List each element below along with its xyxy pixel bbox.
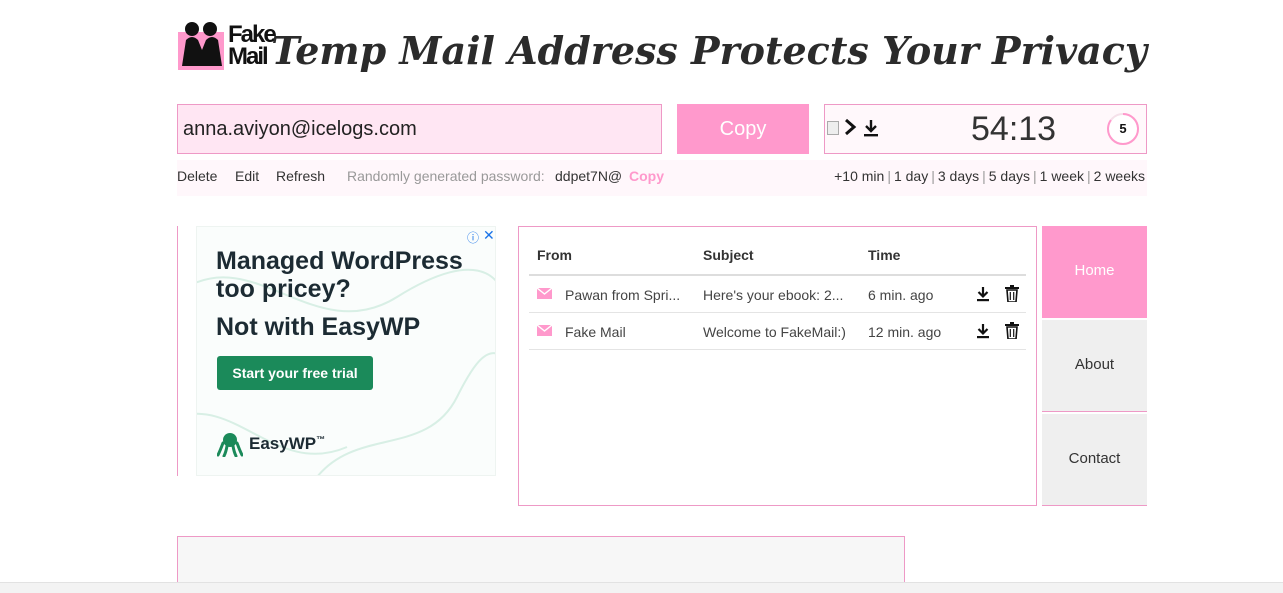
extend-5-days[interactable]: 5 days <box>989 168 1030 184</box>
left-divider <box>177 226 178 476</box>
extend-duration-options: +10 min | 1 day | 3 days | 5 days | 1 week | 2 wee… <box>834 168 1145 184</box>
ad-cta-button[interactable]: Start your free trial <box>217 356 373 390</box>
logo-line-2: Mail <box>228 43 269 70</box>
column-header-time[interactable]: Time <box>868 247 900 263</box>
mailbox-actions-bar: Delete Edit Refresh Randomly generated p… <box>177 160 1147 196</box>
timer-panel: 54:13 5 <box>824 104 1147 154</box>
nav-contact[interactable]: Contact <box>1042 414 1147 506</box>
delete-link[interactable]: Delete <box>177 168 217 184</box>
extend-3-days[interactable]: 3 days <box>938 168 979 184</box>
column-header-from[interactable]: From <box>537 247 572 263</box>
email-time: 12 min. ago <box>868 324 942 340</box>
email-subject: Welcome to FakeMail:) <box>703 324 846 340</box>
column-header-subject[interactable]: Subject <box>703 247 754 263</box>
advertisement[interactable]: ⓘ ✕ Managed WordPress too pricey? Not wi… <box>196 226 496 476</box>
email-time: 6 min. ago <box>868 287 934 303</box>
nav-home[interactable]: Home <box>1042 226 1147 318</box>
email-subject: Here's your ebook: 2... <box>703 287 844 303</box>
extend-1-week[interactable]: 1 week <box>1040 168 1084 184</box>
ad-headline: Managed WordPress too pricey? <box>216 247 463 303</box>
extend-2-weeks[interactable]: 2 weeks <box>1094 168 1145 184</box>
download-icon[interactable] <box>863 119 879 137</box>
refresh-link[interactable]: Refresh <box>276 168 325 184</box>
broken-image-icon <box>827 121 839 135</box>
edit-link[interactable]: Edit <box>235 168 259 184</box>
envelope-icon <box>537 325 552 336</box>
ad-brand-tm: ™ <box>316 434 326 445</box>
page-tagline: Temp Mail Address Protects Your Privacy <box>271 28 1147 73</box>
refresh-countdown-value: 5 <box>1119 121 1127 136</box>
logo-people-icon <box>182 22 222 66</box>
trash-icon[interactable] <box>1005 285 1019 302</box>
download-icon[interactable] <box>976 323 990 339</box>
email-address-field[interactable]: anna.aviyon@icelogs.com <box>177 104 662 154</box>
extend-10-min[interactable]: +10 min <box>834 168 884 184</box>
copy-email-button[interactable]: Copy <box>677 104 809 154</box>
ad-brand-name: EasyWP™ <box>249 434 325 454</box>
octopus-icon <box>217 433 243 457</box>
table-row[interactable]: Pawan from Spri... Here's your ebook: 2.… <box>529 276 1026 313</box>
envelope-icon <box>537 288 552 299</box>
download-icon[interactable] <box>976 286 990 302</box>
nav-about[interactable]: About <box>1042 320 1147 412</box>
ad-subheadline: Not with EasyWP <box>216 313 421 341</box>
email-sender: Pawan from Spri... <box>565 287 681 303</box>
email-sender: Fake Mail <box>565 324 626 340</box>
password-label: Randomly generated password: <box>347 168 545 184</box>
ad-info-icon[interactable]: ⓘ <box>467 229 479 246</box>
countdown-timer: 54:13 <box>971 110 1057 148</box>
fakemail-logo[interactable]: Fake Mail <box>178 20 284 72</box>
ad-brand-text: EasyWP <box>249 434 317 453</box>
generated-password: ddpet7N@ <box>555 168 623 184</box>
table-row[interactable]: Fake Mail Welcome to FakeMail:) 12 min. … <box>529 313 1026 350</box>
chevron-right-icon[interactable] <box>842 117 858 137</box>
horizontal-scrollbar[interactable] <box>0 582 1283 593</box>
copy-password-link[interactable]: Copy <box>629 168 664 184</box>
ad-close-icon[interactable]: ✕ <box>483 227 495 244</box>
trash-icon[interactable] <box>1005 322 1019 339</box>
extend-1-day[interactable]: 1 day <box>894 168 928 184</box>
inbox-table: From Subject Time Pawan from Spri... Her… <box>518 226 1037 506</box>
logo-wordmark: Fake Mail <box>228 23 277 70</box>
